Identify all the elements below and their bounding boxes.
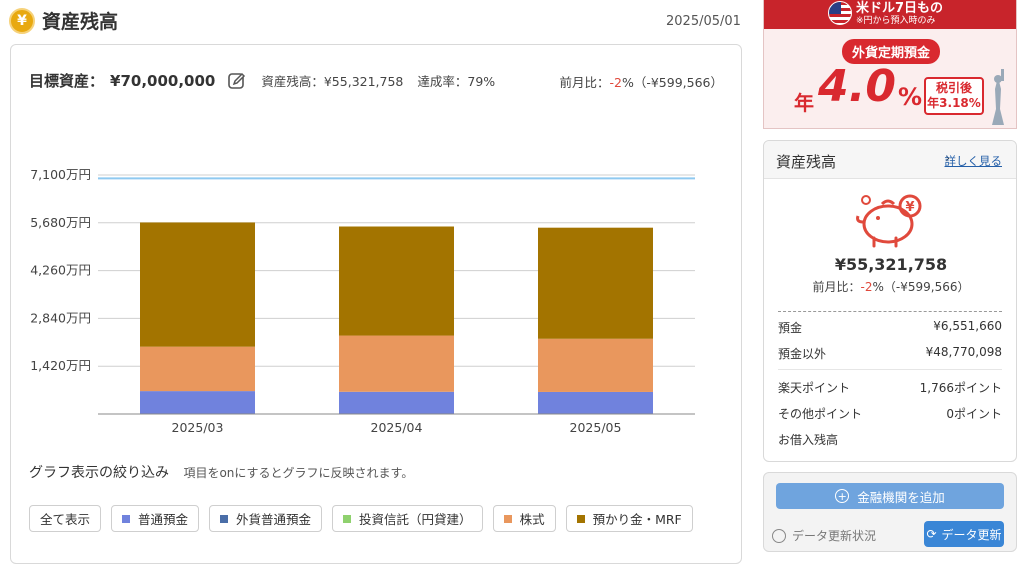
row-deposit: 預金 ¥6,551,660 xyxy=(778,319,1002,335)
filter-chip-0[interactable]: 普通預金 xyxy=(111,505,200,532)
filter-chip-label: 株式 xyxy=(519,512,545,527)
legend-swatch xyxy=(576,514,585,523)
y-tick-label: 7,100万円 xyxy=(30,167,91,182)
bar-segment xyxy=(339,335,454,392)
ad-rate: 4.0 xyxy=(818,61,896,112)
y-tick-label: 4,260万円 xyxy=(30,263,91,278)
info-icon xyxy=(772,528,786,543)
yen-coin-icon: ¥ xyxy=(9,8,35,34)
card-title: 資産残高 xyxy=(776,153,837,171)
bar-segment xyxy=(538,227,653,339)
add-institution-button[interactable]: + 金融機関を追加 xyxy=(776,483,1004,509)
update-status-link[interactable]: データ更新状況 xyxy=(772,527,876,544)
row-non-deposit: 預金以外 ¥48,770,098 xyxy=(778,345,1002,361)
goal-value: ¥70,000,000 xyxy=(110,71,216,90)
edit-goal-icon[interactable] xyxy=(227,71,247,91)
goal-summary-row: 目標資産： ¥70,000,000 資産残高：¥55,321,758 達成率：7… xyxy=(29,70,495,91)
filter-section: グラフ表示の絞り込み 項目をonにするとグラフに反映されます。 xyxy=(29,462,413,482)
statue-of-liberty-icon xyxy=(992,69,1004,125)
bar-segment xyxy=(538,338,653,392)
legend-swatch xyxy=(122,514,131,523)
ad-tax-box: 税引後 年3.18% xyxy=(924,77,984,115)
filter-note: 項目をonにするとグラフに反映されます。 xyxy=(183,466,414,480)
bar-segment xyxy=(140,346,255,392)
filter-chip-2[interactable]: 投資信託（円貸建） xyxy=(332,505,483,532)
row-rakuten-points: 楽天ポイント 1,766ポイント xyxy=(778,381,1002,395)
account-actions-card: + 金融機関を追加 データ更新状況 ⟳ データ更新 xyxy=(763,472,1017,552)
filter-chip-3[interactable]: 株式 xyxy=(492,505,556,532)
refresh-icon: ⟳ xyxy=(926,527,937,541)
plus-circle-icon: + xyxy=(835,489,850,503)
card-header: 資産残高 › 詳しく見る xyxy=(764,141,1016,179)
us-flag-icon xyxy=(828,1,852,25)
filter-chip-label: 外貨普通預金 xyxy=(236,512,312,527)
filter-chip-4[interactable]: 預かり金・MRF xyxy=(565,505,693,532)
goal-label: 目標資産： xyxy=(29,72,105,90)
card-month-over-month: 前月比：-2%（-¥599,566） xyxy=(812,280,970,294)
x-tick-label: 2025/04 xyxy=(371,420,423,435)
achievement-rate: 達成率：79% xyxy=(417,74,496,89)
x-tick-label: 2025/03 xyxy=(172,420,224,435)
bar-segment xyxy=(140,391,255,414)
row-loan-balance: お借入残高 xyxy=(778,433,839,447)
divider xyxy=(778,311,1002,312)
details-link[interactable]: 詳しく見る xyxy=(945,153,1003,169)
legend-swatch xyxy=(343,514,352,523)
ad-rate-percent: % xyxy=(898,83,923,111)
ad-top-sub: ※円から預入時のみ xyxy=(856,16,936,26)
ad-rate-prefix: 年 xyxy=(794,91,814,115)
filter-chip-1[interactable]: 外貨普通預金 xyxy=(209,505,323,532)
mom-percent: -2 xyxy=(609,75,622,90)
bar-segment xyxy=(538,391,653,414)
filter-all-button[interactable]: 全て表示 xyxy=(29,505,102,532)
total-balance: ¥55,321,758 xyxy=(834,255,948,274)
filter-chip-label: 投資信託（円貸建） xyxy=(359,512,472,527)
filter-chip-label: 預かり金・MRF xyxy=(592,512,682,527)
asset-balance-panel: 目標資産： ¥70,000,000 資産残高：¥55,321,758 達成率：7… xyxy=(10,44,742,564)
row-other-points: その他ポイント 0ポイント xyxy=(778,407,1002,421)
y-tick-label: 2,840万円 xyxy=(30,310,91,325)
asset-stacked-bar-chart: 1,420万円 2,840万円 4,260万円 5,680万円 7,100万円 2025/… xyxy=(30,167,695,435)
x-tick-label: 2025/05 xyxy=(570,420,622,435)
bar-segment xyxy=(339,391,454,414)
filter-title: グラフ表示の絞り込み xyxy=(29,465,169,481)
page-date: 2025/05/01 xyxy=(666,14,741,29)
bar-segment xyxy=(339,226,454,336)
data-update-button[interactable]: ⟳ データ更新 xyxy=(924,521,1004,547)
ad-header: 米ドル7日もの ※円から預入時のみ xyxy=(764,0,1016,29)
asset-summary-card: 資産残高 › 詳しく見る ¥ ¥55,321,758 前月比：-2%（-¥599… xyxy=(763,140,1017,462)
svg-text:¥: ¥ xyxy=(905,200,914,215)
bar-segment xyxy=(140,222,255,347)
page-title: 資産残高 xyxy=(42,11,119,33)
legend-swatch xyxy=(503,514,512,523)
legend-swatch xyxy=(220,514,229,523)
balance-text: 資産残高：¥55,321,758 xyxy=(261,74,404,89)
month-over-month: 前月比：-2%（-¥599,566） xyxy=(559,75,723,90)
y-tick-label: 5,680万円 xyxy=(30,215,91,230)
divider xyxy=(778,369,1002,370)
piggy-bank-icon: ¥ xyxy=(856,194,922,248)
filter-chips: 全て表示 普通預金 外貨普通預金 投資信託（円貸建） 株式 預かり金・MRF xyxy=(29,505,693,532)
y-tick-label: 1,420万円 xyxy=(30,358,91,373)
filter-chip-label: 普通預金 xyxy=(138,512,189,527)
fx-deposit-ad-banner[interactable]: 米ドル7日もの ※円から預入時のみ 外貨定期預金 年 4.0 % 税引後 年3.… xyxy=(763,0,1017,129)
